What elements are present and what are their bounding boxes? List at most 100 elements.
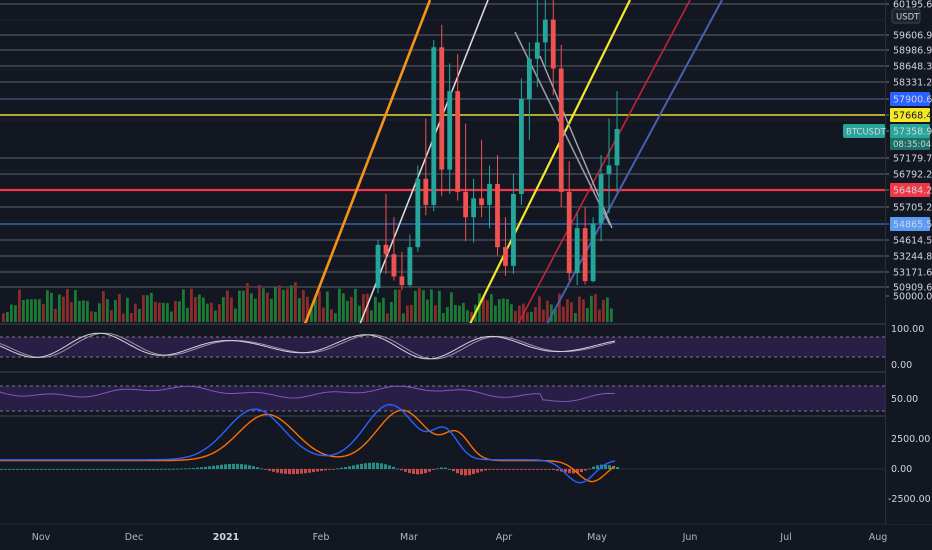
price-label: 56484.21: [893, 186, 932, 197]
macd-histogram-bar: [460, 469, 463, 475]
trading-chart[interactable]: 60195.6259606.9958986.9958648.3858331.28…: [0, 0, 932, 550]
volume-bar: [278, 285, 281, 322]
volume-bar: [102, 291, 105, 322]
macd-histogram-bar: [176, 468, 179, 470]
volume-bar: [246, 283, 249, 322]
macd-histogram-bar: [464, 469, 467, 476]
volume-bar: [594, 294, 597, 322]
candle-body: [415, 178, 421, 248]
macd-histogram-bar: [84, 469, 87, 470]
price-label: 56792.20: [893, 170, 932, 181]
macd-histogram-bar: [396, 468, 399, 470]
candle-body: [423, 178, 429, 205]
volume-bar: [6, 312, 9, 322]
candle-body: [606, 165, 612, 174]
price-label: 53171.61: [893, 268, 932, 279]
macd-histogram-bar: [32, 469, 35, 470]
volume-bar: [282, 290, 285, 322]
volume-bar: [426, 299, 429, 322]
volume-bar: [54, 308, 57, 322]
candle-body: [471, 198, 476, 218]
candle-body: [558, 68, 564, 192]
volume-bar: [122, 313, 125, 322]
macd-histogram-bar: [484, 469, 487, 471]
macd-histogram-bar: [444, 467, 447, 469]
macd-histogram-bar: [268, 469, 271, 471]
macd-histogram-bar: [104, 469, 107, 470]
candle-body: [399, 276, 405, 286]
macd-histogram-bar: [380, 463, 383, 469]
volume-bar: [26, 299, 29, 322]
macd-label-top: 2500.00: [891, 434, 930, 445]
macd-histogram-bar: [220, 464, 223, 469]
volume-bar: [382, 297, 385, 322]
volume-bar: [510, 304, 513, 322]
macd-histogram-bar: [556, 469, 559, 471]
macd-histogram-bar: [88, 469, 91, 470]
macd-histogram-bar: [512, 469, 515, 470]
macd-histogram-bar: [588, 468, 591, 470]
candle-body: [582, 228, 588, 282]
macd-histogram-bar: [412, 469, 415, 474]
price-label: 55705.24: [893, 203, 932, 214]
volume-bar: [462, 302, 465, 322]
macd-histogram-bar: [132, 468, 135, 470]
volume-bar: [34, 299, 37, 322]
macd-histogram-bar: [272, 469, 275, 472]
macd-histogram-bar: [28, 469, 31, 470]
macd-histogram-bar: [500, 469, 503, 470]
macd-histogram-bar: [300, 469, 303, 474]
macd-histogram-bar: [8, 469, 11, 470]
volume-bar: [42, 304, 45, 322]
stochastic-pane: [0, 332, 885, 360]
macd-histogram-bar: [0, 469, 3, 470]
macd-histogram-bar: [72, 469, 75, 470]
macd-histogram-bar: [496, 469, 499, 470]
macd-histogram-bar: [524, 469, 527, 470]
price-label: 54614.57: [893, 236, 932, 247]
volume-bar: [298, 298, 301, 322]
volume-bar: [442, 313, 445, 322]
volume-bar: [534, 306, 537, 322]
macd-histogram-bar: [488, 469, 491, 470]
macd-histogram-bar: [156, 468, 159, 470]
volume-bar: [570, 302, 573, 322]
volume-bar: [130, 313, 133, 322]
macd-histogram-bar: [172, 468, 175, 470]
price-label: 57668.44: [893, 111, 932, 122]
macd-histogram-bar: [140, 468, 143, 470]
volume-bar: [86, 301, 89, 322]
macd-histogram-bar: [400, 469, 403, 471]
macd-histogram-bar: [280, 469, 283, 474]
volume-bar: [526, 312, 529, 322]
volume-bar: [606, 297, 609, 322]
price-label: 50000.00: [893, 292, 932, 303]
macd-histogram-bar: [68, 469, 71, 470]
volume-bar: [210, 302, 213, 322]
volume-bar: [22, 300, 25, 322]
macd-histogram-bar: [432, 469, 435, 470]
macd-histogram-bar: [248, 465, 251, 469]
volume-bar: [290, 285, 293, 322]
volume-bar: [202, 297, 205, 322]
volume-bar: [446, 307, 449, 322]
volume-bar: [358, 305, 361, 322]
volume-bar: [302, 290, 305, 322]
volume-bar: [242, 290, 245, 322]
macd-histogram-bar: [128, 468, 131, 470]
candle-body: [590, 223, 596, 282]
volume-bar: [486, 300, 489, 322]
macd-histogram-bar: [252, 466, 255, 469]
volume-bar: [562, 306, 565, 322]
candle-body: [534, 42, 540, 59]
macd-label-zero: 0.00: [891, 464, 912, 475]
macd-histogram-bar: [112, 468, 115, 470]
macd-histogram-bar: [316, 469, 319, 472]
candle-body: [598, 173, 604, 224]
macd-histogram-bar: [324, 469, 327, 471]
volume-bar: [2, 313, 5, 322]
volume-bar: [222, 297, 225, 322]
macd-histogram-bar: [64, 469, 67, 470]
volume-bar: [390, 301, 393, 322]
volume-bar: [14, 305, 17, 322]
